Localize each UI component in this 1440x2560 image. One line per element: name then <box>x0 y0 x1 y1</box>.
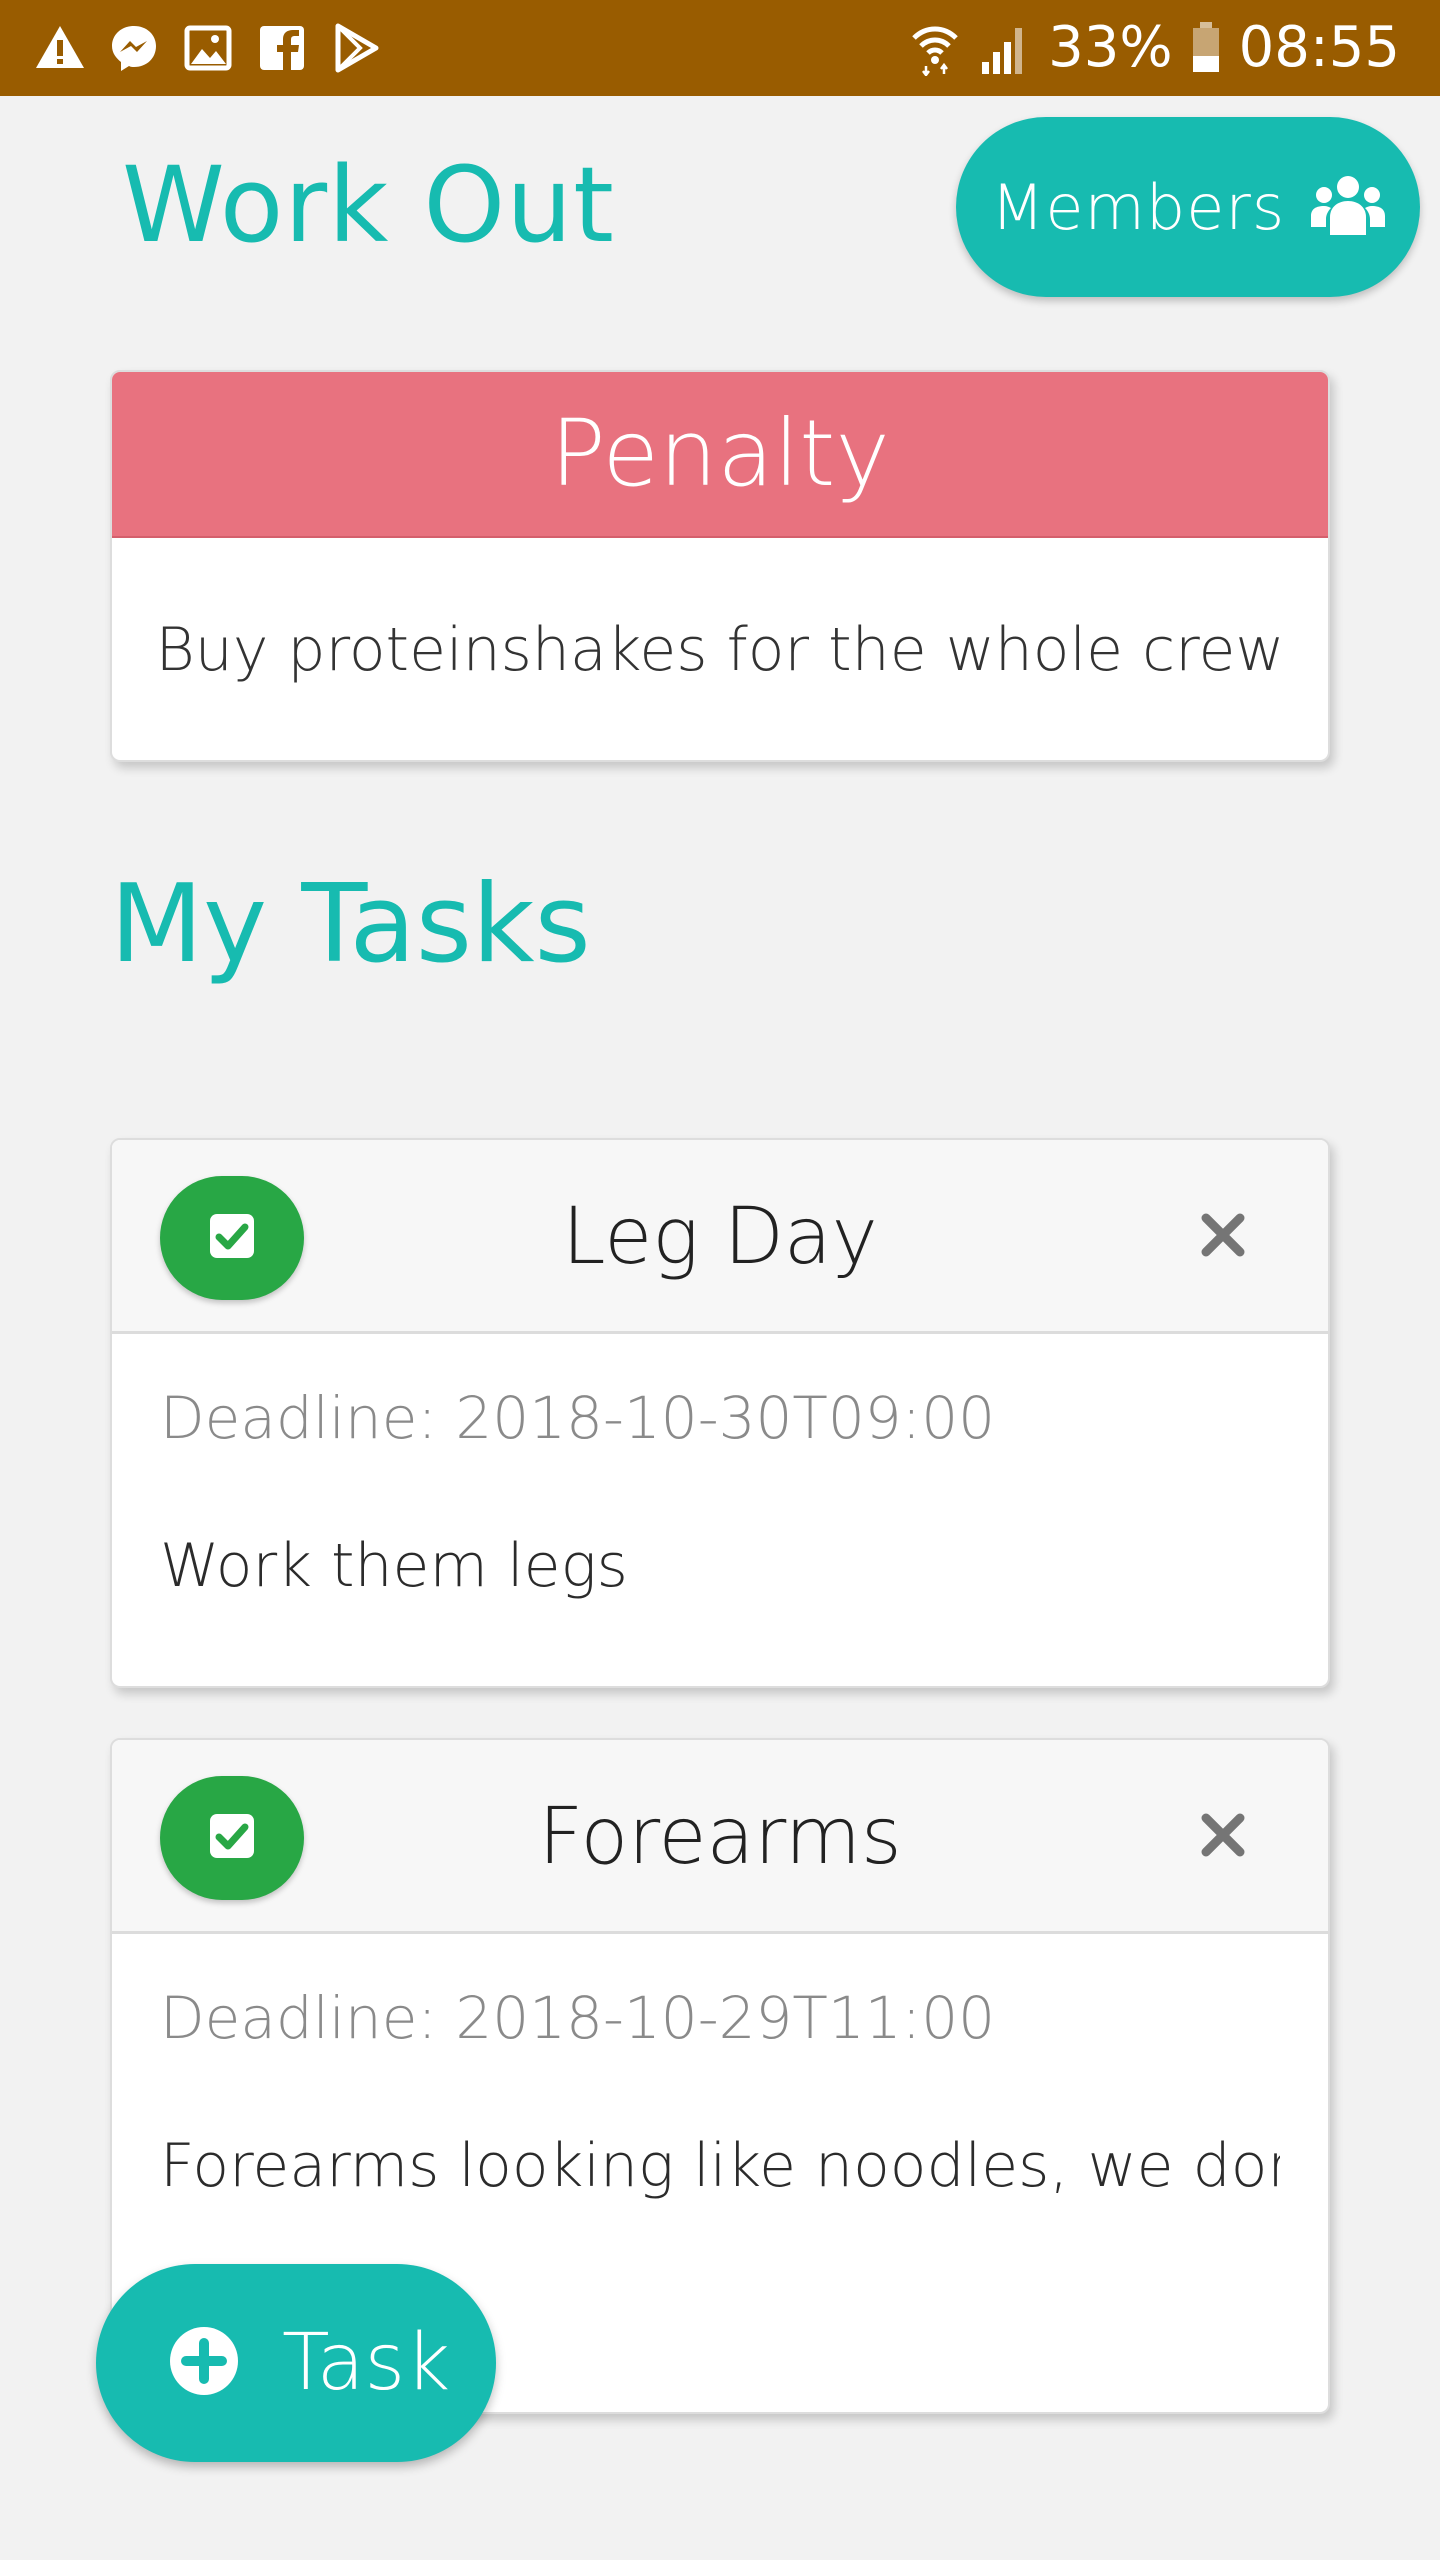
signal-icon <box>978 20 1030 76</box>
messenger-icon <box>108 22 160 74</box>
task-description: Forearms looking like noodles, we don't <box>160 2131 1280 2201</box>
task-body: Deadline: 2018-10-30T09:00 Work them leg… <box>112 1378 1328 1606</box>
task-deadline: Deadline: 2018-10-30T09:00 <box>160 1384 995 1452</box>
status-bar: 33% 08:55 <box>0 0 1440 96</box>
task-header: Forearms <box>112 1740 1328 1934</box>
members-button[interactable]: Members <box>956 117 1420 297</box>
complete-task-button[interactable] <box>160 1176 304 1300</box>
battery-icon <box>1191 20 1221 76</box>
clock: 08:55 <box>1238 15 1400 80</box>
plus-circle-icon <box>168 2325 240 2401</box>
users-icon <box>1311 173 1386 241</box>
battery-percentage: 33% <box>1048 15 1173 80</box>
wifi-icon <box>910 20 960 76</box>
delete-task-button[interactable] <box>1194 1208 1252 1266</box>
task-deadline: Deadline: 2018-10-29T11:00 <box>160 1984 995 2052</box>
add-task-label: Task <box>282 2318 451 2408</box>
page-title: Work Out <box>122 144 615 266</box>
facebook-icon <box>256 22 308 74</box>
system-status: 33% 08:55 <box>910 0 1400 96</box>
penalty-heading: Penalty <box>112 372 1328 538</box>
close-icon <box>1200 1812 1246 1862</box>
warning-icon <box>34 22 86 74</box>
task-body: Deadline: 2018-10-29T11:00 Forearms look… <box>112 1978 1328 2206</box>
check-square-icon <box>208 1212 256 1264</box>
penalty-card: Penalty Buy proteinshakes for the whole … <box>110 370 1330 762</box>
close-icon <box>1200 1212 1246 1262</box>
add-task-button[interactable]: Task <box>96 2264 496 2462</box>
play-store-icon <box>330 22 382 74</box>
task-description: Work them legs <box>160 1531 628 1601</box>
my-tasks-title: My Tasks <box>110 862 591 987</box>
image-icon <box>182 22 234 74</box>
delete-task-button[interactable] <box>1194 1808 1252 1866</box>
members-button-label: Members <box>990 170 1286 244</box>
task-card: Leg Day Deadline: 2018-10-30T09:00 Work … <box>110 1138 1330 1688</box>
check-square-icon <box>208 1812 256 1864</box>
penalty-text: Buy proteinshakes for the whole crew <box>155 615 1285 685</box>
task-header: Leg Day <box>112 1140 1328 1334</box>
complete-task-button[interactable] <box>160 1776 304 1900</box>
notification-icons <box>34 22 382 74</box>
